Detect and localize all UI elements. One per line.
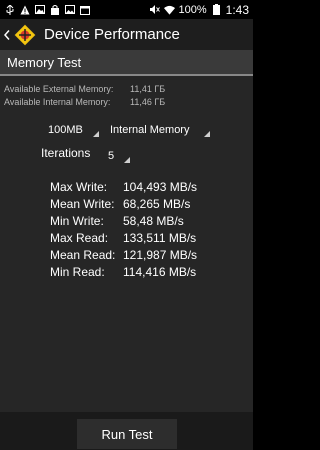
results-list: Max Write: 104,493 MB/s Mean Write: 68,2…: [50, 178, 197, 280]
mean-read-label: Mean Read:: [50, 247, 116, 262]
notification-icons: [0, 4, 90, 15]
battery-percent: 100%: [178, 3, 207, 16]
shopping-bag-icon: [49, 4, 60, 15]
internal-memory-label: Available Internal Memory:: [4, 97, 111, 107]
back-chevron-icon[interactable]: [2, 19, 12, 50]
location-spinner-value: Internal Memory: [110, 124, 190, 136]
iterations-label: Iterations: [41, 146, 91, 160]
mean-write-label: Mean Write:: [50, 196, 115, 211]
page-title: Device Performance: [44, 26, 180, 43]
action-bar: Device Performance: [0, 19, 253, 50]
internal-memory-row: Available Internal Memory: 11,46 ГБ: [4, 97, 165, 107]
max-read-label: Max Read:: [50, 230, 109, 245]
image-icon: [34, 4, 45, 15]
result-row: Min Read: 114,416 MB/s: [50, 263, 197, 280]
location-spinner[interactable]: Internal Memory: [110, 121, 210, 139]
result-row: Mean Read: 121,987 MB/s: [50, 246, 197, 263]
dropdown-triangle-icon: [204, 131, 210, 137]
iterations-spinner-value: 5: [108, 150, 115, 162]
iterations-spinner[interactable]: 5: [108, 147, 130, 165]
dropdown-triangle-icon: [93, 131, 99, 137]
min-write-label: Min Write:: [50, 213, 104, 228]
mean-read-value: 121,987 MB/s: [123, 247, 198, 262]
mute-icon: [149, 4, 160, 15]
battery-icon: [211, 4, 222, 15]
size-spinner[interactable]: 100MB: [48, 121, 99, 139]
external-memory-value: 11,41 ГБ: [130, 84, 166, 94]
size-spinner-value: 100MB: [48, 124, 83, 136]
usb-icon: [4, 4, 15, 15]
external-memory-label: Available External Memory:: [4, 84, 114, 94]
result-row: Mean Write: 68,265 MB/s: [50, 195, 197, 212]
clock: 1:43: [225, 2, 249, 17]
min-write-value: 58,48 MB/s: [123, 213, 184, 228]
dropdown-triangle-icon: [124, 157, 130, 163]
max-write-value: 104,493 MB/s: [123, 179, 198, 194]
run-test-button[interactable]: Run Test: [77, 419, 177, 449]
external-memory-row: Available External Memory: 11,41 ГБ: [4, 84, 165, 94]
result-row: Min Write: 58,48 MB/s: [50, 212, 197, 229]
app-logo-icon[interactable]: [12, 22, 38, 48]
min-read-label: Min Read:: [50, 264, 105, 279]
internal-memory-value: 11,46 ГБ: [130, 97, 166, 107]
result-row: Max Read: 133,511 MB/s: [50, 229, 197, 246]
wifi-icon: [163, 4, 175, 15]
max-write-label: Max Write:: [50, 179, 108, 194]
section-header: Memory Test: [0, 50, 253, 74]
section-title: Memory Test: [7, 54, 82, 70]
max-read-value: 133,511 MB/s: [123, 230, 197, 245]
memory-test-panel: Available External Memory: 11,41 ГБ Avail…: [0, 76, 253, 412]
calendar-icon: [79, 4, 90, 15]
photo-icon: [64, 4, 75, 15]
result-row: Max Write: 104,493 MB/s: [50, 178, 197, 195]
status-bar: 100% 1:43: [0, 0, 253, 19]
min-read-value: 114,416 MB/s: [123, 264, 197, 279]
mean-write-value: 68,265 MB/s: [123, 196, 191, 211]
warning-icon: [19, 4, 30, 15]
